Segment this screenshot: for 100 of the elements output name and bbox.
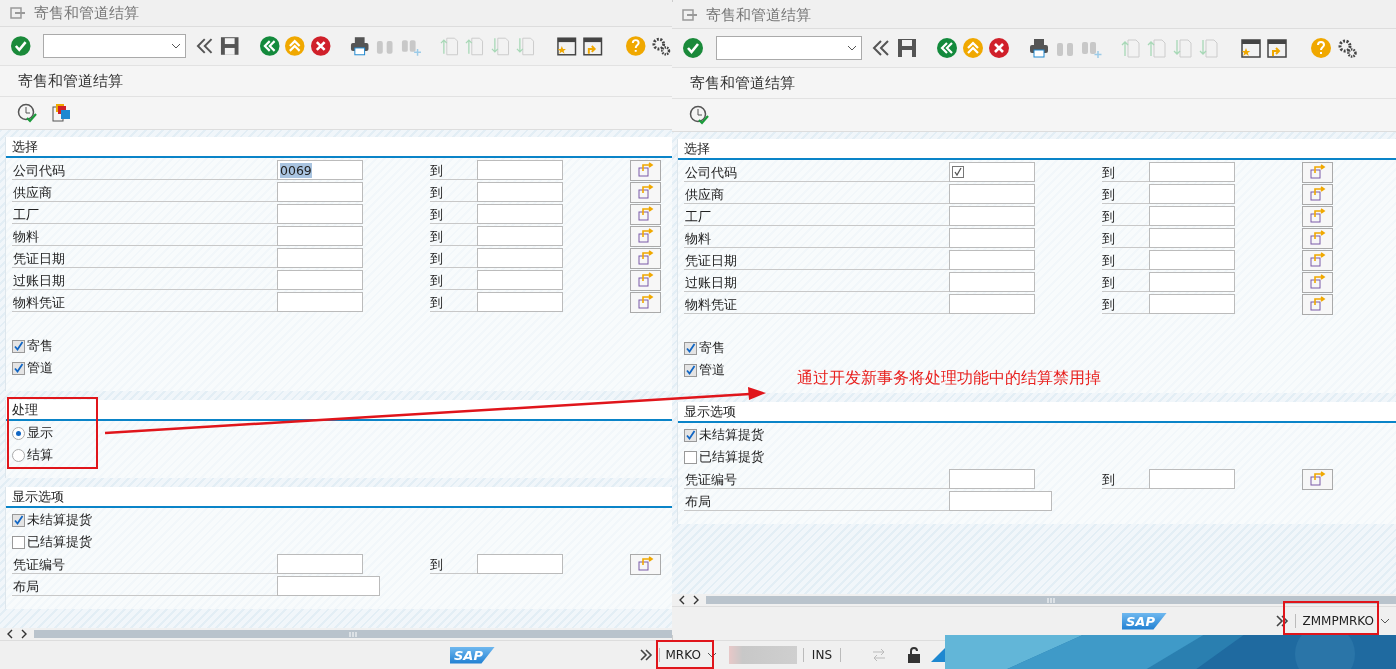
input-field[interactable] (277, 248, 363, 268)
transaction-dropdown[interactable]: ZMMPMRKO (1295, 614, 1396, 628)
checkbox[interactable] (684, 341, 697, 355)
input-field[interactable] (949, 184, 1035, 204)
checkbox[interactable] (684, 450, 697, 464)
multiple-selection-button[interactable] (630, 291, 661, 313)
multiple-selection-button[interactable] (1302, 227, 1333, 249)
command-field[interactable] (716, 36, 862, 60)
double-chevron-icon[interactable] (1275, 614, 1290, 628)
save-icon[interactable] (219, 35, 241, 57)
multiple-selection-button[interactable] (1302, 468, 1333, 490)
grip-icon[interactable] (349, 631, 357, 637)
first-page-icon[interactable] (1120, 37, 1142, 59)
previous-page-icon[interactable] (1146, 37, 1168, 59)
multiple-selection-button[interactable] (1302, 205, 1333, 227)
radio-button[interactable] (12, 448, 25, 462)
input-field[interactable] (1149, 162, 1235, 182)
input-field[interactable] (949, 272, 1035, 292)
input-field[interactable] (949, 228, 1035, 248)
multiple-selection-button[interactable] (630, 247, 661, 269)
input-field[interactable] (277, 576, 380, 596)
back-icon[interactable] (936, 37, 958, 59)
multiple-selection-button[interactable] (1302, 271, 1333, 293)
input-field[interactable] (1149, 250, 1235, 270)
save-icon[interactable] (896, 37, 918, 59)
printer-icon[interactable] (348, 35, 371, 57)
lock-icon[interactable] (907, 647, 921, 663)
multiple-selection-button[interactable] (1302, 161, 1333, 183)
checkbox[interactable] (12, 339, 25, 353)
input-field[interactable] (477, 292, 563, 312)
resize-corner-icon[interactable] (931, 648, 945, 662)
input-field[interactable] (477, 182, 563, 202)
printer-icon[interactable] (1028, 37, 1050, 59)
double-chevron-icon[interactable] (638, 648, 653, 662)
input-field[interactable] (1149, 294, 1235, 314)
previous-page-icon[interactable] (464, 35, 486, 57)
scroll-right-icon[interactable] (692, 595, 700, 605)
layers-icon[interactable] (50, 102, 72, 124)
input-field[interactable] (1149, 206, 1235, 226)
transaction-dropdown[interactable]: MRKO (658, 648, 723, 662)
input-field[interactable]: 0069 (277, 160, 363, 180)
checkbox[interactable] (684, 428, 697, 442)
first-page-icon[interactable] (438, 35, 461, 57)
multiple-selection-button[interactable] (630, 553, 661, 575)
checkbox[interactable] (12, 535, 25, 549)
input-field[interactable] (277, 204, 363, 224)
input-field[interactable] (477, 270, 563, 290)
input-field[interactable] (949, 206, 1035, 226)
scroll-left-icon[interactable] (6, 629, 14, 639)
command-field[interactable] (43, 34, 186, 58)
input-field[interactable] (949, 491, 1052, 511)
back-icon[interactable] (258, 35, 281, 57)
input-field[interactable] (1149, 228, 1235, 248)
multiple-selection-button[interactable] (630, 225, 661, 247)
radio-button[interactable] (12, 426, 25, 440)
multiple-selection-button[interactable] (630, 203, 661, 225)
confirm-icon[interactable] (10, 35, 32, 57)
multiple-selection-button[interactable] (1302, 183, 1333, 205)
next-page-icon[interactable] (1172, 37, 1194, 59)
settings-icon[interactable] (650, 35, 672, 57)
input-field[interactable] (477, 226, 563, 246)
input-field[interactable] (277, 554, 363, 574)
cancel-icon[interactable] (309, 35, 332, 57)
input-field[interactable] (1149, 184, 1235, 204)
settings-icon[interactable] (1336, 37, 1358, 59)
multiple-selection-button[interactable] (630, 159, 661, 181)
cancel-icon[interactable] (988, 37, 1010, 59)
confirm-icon[interactable] (682, 37, 704, 59)
input-field[interactable] (949, 162, 1035, 182)
execute-icon[interactable] (688, 104, 710, 126)
scrollbar[interactable] (706, 596, 1396, 604)
multiple-selection-button[interactable] (630, 269, 661, 291)
input-field[interactable] (277, 270, 363, 290)
input-field[interactable] (477, 204, 563, 224)
scroll-left-icon[interactable] (678, 595, 686, 605)
checkbox[interactable] (684, 363, 697, 377)
input-field[interactable] (477, 554, 563, 574)
checkbox[interactable] (12, 513, 25, 527)
multiple-selection-button[interactable] (1302, 249, 1333, 271)
input-field[interactable] (277, 182, 363, 202)
swap-icon[interactable] (871, 648, 887, 662)
input-field[interactable] (949, 250, 1035, 270)
input-field[interactable] (1149, 469, 1235, 489)
scrollbar[interactable] (34, 630, 672, 638)
multiple-selection-button[interactable] (1302, 293, 1333, 315)
input-field[interactable] (477, 248, 563, 268)
scroll-right-icon[interactable] (20, 629, 28, 639)
grip-icon[interactable] (1047, 597, 1055, 603)
input-field[interactable] (277, 226, 363, 246)
multiple-selection-button[interactable] (630, 181, 661, 203)
last-page-icon[interactable] (515, 35, 537, 57)
input-field[interactable] (949, 469, 1035, 489)
input-field[interactable] (1149, 272, 1235, 292)
next-page-icon[interactable] (489, 35, 512, 57)
last-page-icon[interactable] (1198, 37, 1220, 59)
checkbox[interactable] (12, 361, 25, 375)
input-field[interactable] (949, 294, 1035, 314)
input-field[interactable] (277, 292, 363, 312)
execute-icon[interactable] (16, 102, 38, 124)
input-field[interactable] (477, 160, 563, 180)
